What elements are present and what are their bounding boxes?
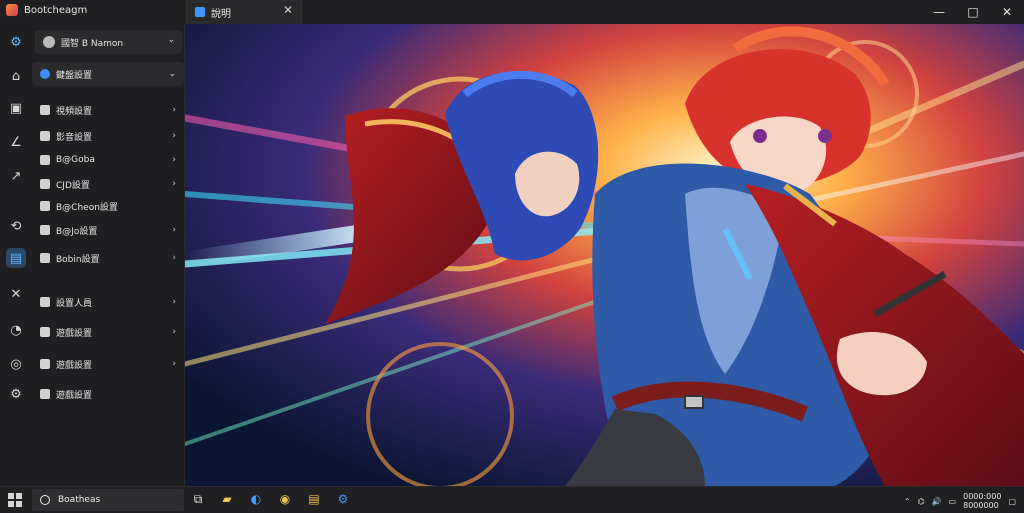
chevron-down-icon: ⌄	[167, 35, 175, 45]
sidebar-header-label: 鍵盤設置	[56, 70, 93, 81]
sidebar-item[interactable]: 遊戲設置	[32, 382, 184, 406]
sidebar-item[interactable]: B@Cheon設置	[32, 194, 184, 218]
item-icon	[40, 131, 50, 141]
home-icon[interactable]: ⌂	[6, 66, 26, 86]
item-icon	[40, 105, 50, 115]
item-icon	[40, 389, 50, 399]
chrome-icon[interactable]: ◉	[277, 491, 293, 507]
task-view-icon[interactable]: ⧉	[190, 491, 206, 507]
battery-icon[interactable]: ▭	[949, 497, 957, 506]
app-title: Bootcheagm	[6, 4, 87, 16]
chevron-right-icon: ›	[172, 105, 176, 115]
clock[interactable]: 0000:000 8000000	[963, 492, 1001, 510]
tools-icon[interactable]: ✕	[6, 284, 26, 304]
sidebar-item[interactable]: B@Jo設置 ›	[32, 218, 184, 242]
sidebar-item-label: B@Jo設置	[56, 226, 98, 237]
title-bar: Bootcheagm 說明 ✕ — □ ✕	[0, 0, 1024, 25]
chevron-down-icon: ⌄	[168, 69, 176, 79]
profile-label: 國智 B Namon	[61, 38, 124, 49]
notification-icon[interactable]: ▢	[1008, 497, 1016, 506]
maximize-button[interactable]: □	[956, 0, 990, 24]
item-icon	[40, 155, 50, 165]
sidebar-item-label: CJD設置	[56, 180, 90, 191]
sidebar-item-label: 遊戲設置	[56, 328, 93, 339]
item-icon	[40, 201, 50, 211]
globe-icon[interactable]: ◎	[6, 354, 26, 374]
sidebar-item[interactable]: CJD設置 ›	[32, 172, 184, 196]
settings-gear-icon[interactable]: ⚙	[6, 32, 26, 52]
share-icon[interactable]: ⟲	[6, 216, 26, 236]
sidebar: 國智 B Namon ⌄ 鍵盤設置 ⌄ 視頻設置 › 影音設置 › B@Goba…	[32, 24, 185, 486]
tab-label: 說明	[211, 8, 231, 20]
sidebar-header[interactable]: 鍵盤設置 ⌄	[32, 62, 184, 86]
item-icon	[40, 225, 50, 235]
folder-icon[interactable]: ▤	[306, 491, 322, 507]
taskbar: Boatheas ⧉ ▰ ◐ ◉ ▤ ⚙ ⌃ ⌬ 🔊 ▭ 0000:000 80…	[0, 486, 1024, 513]
sidebar-item-label: 視頻設置	[56, 106, 93, 117]
minimize-button[interactable]: —	[922, 0, 956, 24]
volume-icon[interactable]: 🔊	[932, 497, 942, 506]
chevron-right-icon: ›	[172, 359, 176, 369]
sidebar-item-label: Bobin設置	[56, 254, 100, 265]
chevron-right-icon: ›	[172, 155, 176, 165]
tab-icon	[195, 7, 205, 17]
item-icon	[40, 359, 50, 369]
chevron-up-icon[interactable]: ⌃	[904, 497, 911, 506]
item-icon	[40, 297, 50, 307]
edge-browser-icon[interactable]: ◐	[248, 491, 264, 507]
sidebar-item[interactable]: 影音設置 ›	[32, 124, 184, 148]
taskbar-apps: ⧉ ▰ ◐ ◉ ▤ ⚙	[190, 491, 351, 507]
chevron-right-icon: ›	[172, 179, 176, 189]
app-logo-icon	[6, 4, 18, 16]
chevron-right-icon: ›	[172, 327, 176, 337]
sidebar-item-selected[interactable]: Bobin設置 ›	[32, 246, 184, 270]
sidebar-item-label: B@Goba	[56, 155, 95, 165]
item-icon	[40, 253, 50, 263]
keyboard-icon	[40, 69, 50, 79]
sidebar-item[interactable]: 遊戲設置 ›	[32, 320, 184, 344]
item-icon	[40, 327, 50, 337]
search-label: Boatheas	[58, 495, 101, 505]
icon-rail: ⚙ ⌂ ▣ ∠ ↗ ⟲ ▤ ✕ ◔ ◎ ⚙	[0, 24, 33, 486]
line-icon[interactable]: ∠	[6, 132, 26, 152]
profile-card-icon[interactable]: ▤	[6, 248, 26, 268]
chevron-right-icon: ›	[172, 253, 176, 263]
taskbar-search[interactable]: Boatheas	[32, 489, 184, 511]
settings-icon[interactable]: ⚙	[335, 491, 351, 507]
gear-secondary-icon[interactable]: ⚙	[6, 384, 26, 404]
profile-dropdown[interactable]: 國智 B Namon ⌄	[35, 30, 182, 54]
window-controls: — □ ✕	[922, 0, 1024, 24]
sidebar-item-label: 影音設置	[56, 132, 93, 143]
sidebar-item[interactable]: B@Goba ›	[32, 148, 184, 172]
avatar	[43, 36, 55, 48]
clock-time: 0000:000	[963, 492, 1002, 501]
arrow-icon[interactable]: ↗	[6, 166, 26, 186]
headset-icon[interactable]: ◔	[6, 320, 26, 340]
sidebar-item[interactable]: 視頻設置 ›	[32, 98, 184, 122]
anime-artwork-image	[185, 24, 1024, 486]
search-icon	[40, 495, 50, 505]
sidebar-item[interactable]: 遊戲設置 ›	[32, 352, 184, 376]
chevron-right-icon: ›	[172, 297, 176, 307]
sidebar-item-label: 設置人員	[56, 298, 93, 309]
sidebar-item-label: B@Cheon設置	[56, 202, 118, 213]
item-icon	[40, 179, 50, 189]
sidebar-item-label: 遊戲設置	[56, 360, 93, 371]
tab-close-icon[interactable]: ✕	[283, 3, 293, 17]
start-button[interactable]	[8, 493, 22, 507]
file-explorer-icon[interactable]: ▰	[219, 491, 235, 507]
content-image	[185, 24, 1024, 486]
chevron-right-icon: ›	[172, 225, 176, 235]
tab-main[interactable]: 說明 ✕	[186, 0, 302, 24]
sidebar-item-label: 遊戲設置	[56, 390, 93, 401]
sidebar-item[interactable]: 設置人員 ›	[32, 290, 184, 314]
app-title-text: Bootcheagm	[24, 4, 88, 16]
chevron-right-icon: ›	[172, 131, 176, 141]
clock-date: 8000000	[963, 501, 999, 510]
network-icon[interactable]: ⌬	[918, 497, 925, 506]
camera-icon[interactable]: ▣	[6, 98, 26, 118]
system-tray: ⌃ ⌬ 🔊 ▭ 0000:000 8000000 ▢	[904, 492, 1016, 510]
close-button[interactable]: ✕	[990, 0, 1024, 24]
